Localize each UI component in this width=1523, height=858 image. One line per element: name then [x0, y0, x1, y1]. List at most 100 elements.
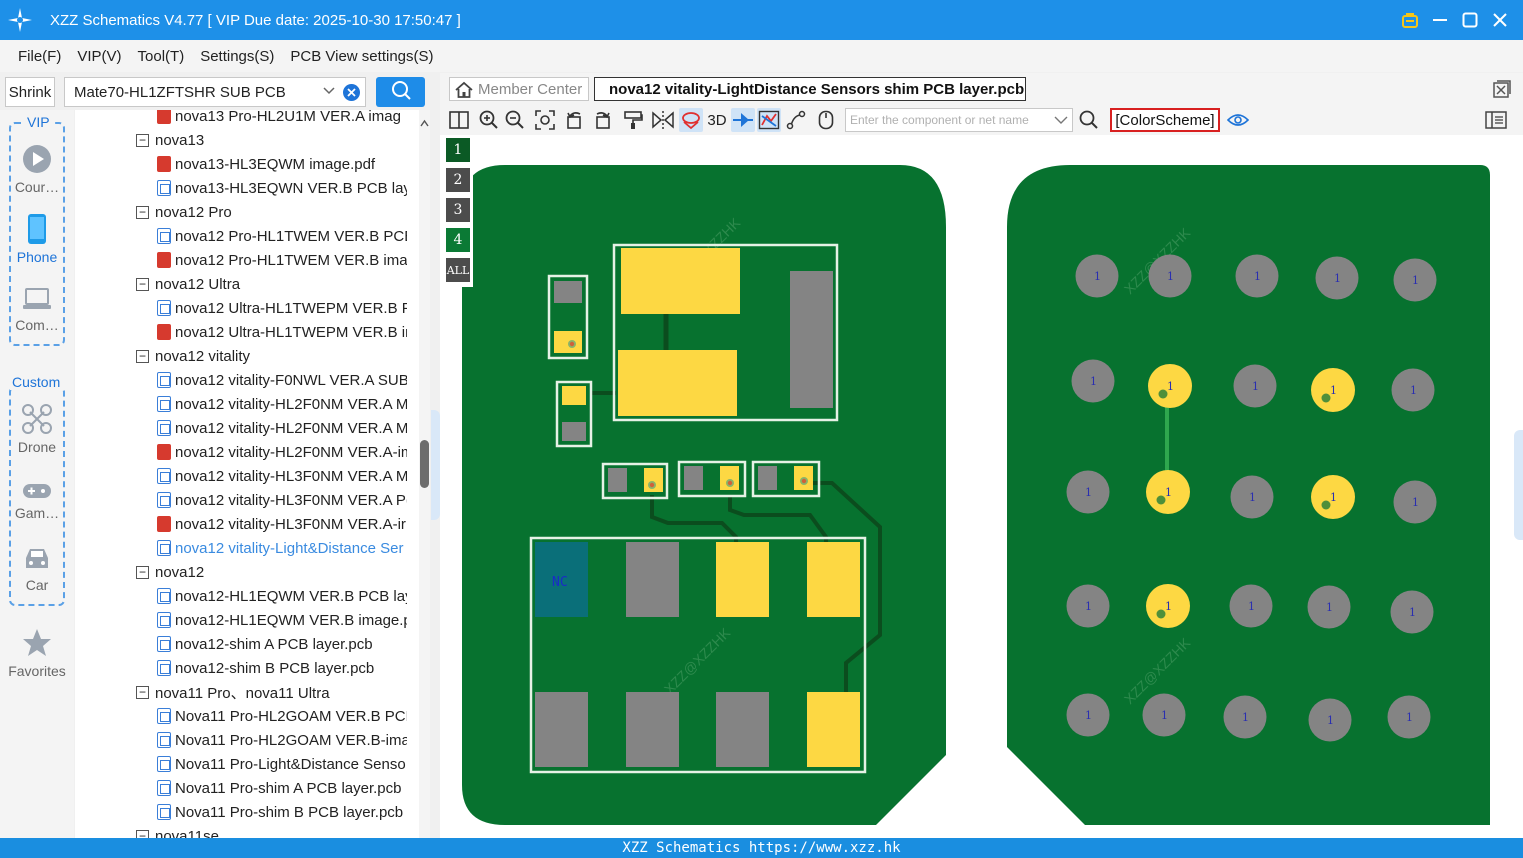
minimize-button[interactable] [1425, 0, 1455, 40]
zoom-out-icon[interactable] [504, 108, 526, 132]
menu-vip[interactable]: VIP(V) [77, 48, 121, 65]
rotate-right-icon[interactable] [591, 108, 613, 132]
highlight-net-icon[interactable] [679, 108, 703, 132]
tree-file[interactable]: nova12-shim A PCB layer.pcb [75, 632, 407, 656]
split-view-icon[interactable] [448, 108, 470, 132]
tree-file[interactable]: nova12 vitality-HL2F0NM VER.A-im [75, 440, 407, 464]
tree-file[interactable]: nova12 vitality-HL3F0NM VER.A M [75, 464, 407, 488]
pcb-select[interactable]: Mate70-HL1ZFTSHR SUB PCB [64, 77, 366, 107]
pcb-drawing[interactable]: XZZ@XZZHK XZZ@XZZHK XZZ@XZZHK XZZ@XZZHK [440, 135, 1523, 838]
paint-brush-icon[interactable] [622, 108, 644, 132]
pcb-pad[interactable] [618, 350, 737, 416]
zoom-in-icon[interactable] [478, 108, 500, 132]
menu-settings[interactable]: Settings(S) [200, 48, 274, 65]
tree-file[interactable]: nova12 vitality-HL2F0NM VER.A M [75, 416, 407, 440]
tree-file[interactable]: nova12 vitality-Light&Distance Ser [75, 536, 407, 560]
rail-item-favorites[interactable]: Favorites [0, 628, 74, 679]
tree-file[interactable]: nova13-HL3EQWN VER.B PCB layer [75, 176, 407, 200]
tree-file[interactable]: Nova11 Pro-HL2GOAM VER.B PCB [75, 704, 407, 728]
side-panel-icon[interactable] [1484, 108, 1508, 132]
layer-button-2[interactable]: 2 [446, 168, 470, 192]
tree-file[interactable]: nova12-HL1EQWM VER.B PCB laye [75, 584, 407, 608]
tree-folder[interactable]: − nova12 Pro [75, 200, 407, 224]
color-scheme-button[interactable]: [ColorScheme] [1110, 108, 1220, 132]
pcb-pad[interactable] [626, 542, 679, 617]
shrink-button[interactable]: Shrink [5, 77, 55, 107]
pcb-pad[interactable] [716, 542, 769, 617]
clear-icon[interactable] [343, 84, 360, 101]
layer-button-all[interactable]: ALL [446, 258, 470, 282]
tree-file[interactable]: nova12-HL1EQWM VER.B image.p( [75, 608, 407, 632]
search-button[interactable] [376, 77, 425, 107]
chevron-down-icon[interactable] [1054, 114, 1068, 129]
tab-active-document[interactable]: nova12 vitality-LightDistance Sensors sh… [594, 77, 1026, 101]
tree-file[interactable]: Nova11 Pro-Light&Distance Senso [75, 752, 407, 776]
pcb-pad[interactable] [790, 271, 833, 408]
close-button[interactable] [1485, 0, 1515, 40]
fit-view-icon[interactable] [534, 108, 556, 132]
tree-file[interactable]: nova12 vitality-HL3F0NM VER.A-ir [75, 512, 407, 536]
tree-folder[interactable]: − nova12 Ultra [75, 272, 407, 296]
mirror-icon[interactable] [652, 108, 674, 132]
collapse-tab[interactable] [431, 410, 440, 520]
eye-icon[interactable] [1226, 108, 1250, 132]
pcb-canvas[interactable]: XZZ@XZZHK XZZ@XZZHK XZZ@XZZHK XZZ@XZZHK [440, 135, 1523, 838]
tree-file[interactable]: nova12 vitality-F0NWL VER.A SUB I [75, 368, 407, 392]
pcb-pad[interactable] [758, 466, 777, 490]
tree-file[interactable]: nova12 Ultra-HL1TWEPM VER.B im [75, 320, 407, 344]
tree-file[interactable]: nova12 Ultra-HL1TWEPM VER.B PC [75, 296, 407, 320]
collapse-toggle-icon[interactable]: − [136, 685, 149, 699]
tree-file[interactable]: nova12-shim B PCB layer.pcb [75, 656, 407, 680]
tree-folder[interactable]: − nova11se [75, 824, 407, 838]
tree-file[interactable]: nova12 Pro-HL1TWEM VER.B imag [75, 248, 407, 272]
tab-member-center[interactable]: Member Center [449, 77, 589, 101]
tree-file[interactable]: nova13 Pro-HL2U1M VER.A imag [75, 110, 407, 128]
mouse-icon[interactable] [815, 108, 837, 132]
net-color-icon[interactable] [757, 108, 781, 132]
pcb-pad[interactable] [562, 422, 586, 441]
pcb-pad[interactable] [535, 692, 588, 767]
rail-item-drone[interactable]: Drone [0, 404, 74, 455]
tree-folder[interactable]: − nova11 Pro、nova11 Ultra [75, 680, 407, 704]
close-all-tabs-icon[interactable] [1493, 80, 1511, 103]
right-collapse-tab[interactable] [1514, 430, 1523, 540]
layer-button-4[interactable]: 4 [446, 228, 470, 252]
layer-button-3[interactable]: 3 [446, 198, 470, 222]
menu-tool[interactable]: Tool(T) [138, 48, 185, 65]
tree-file[interactable]: nova13-HL3EQWM image.pdf [75, 152, 407, 176]
layer-button-1[interactable]: 1 [446, 138, 470, 162]
chevron-down-icon[interactable] [323, 84, 335, 99]
trace-route-icon[interactable] [785, 108, 807, 132]
rail-item-games[interactable]: Gam… [0, 482, 74, 521]
vip-bag-icon[interactable] [1395, 0, 1425, 40]
rail-item-car[interactable]: Car [0, 546, 74, 593]
tree-file[interactable]: nova12 vitality-HL3F0NM VER.A P( [75, 488, 407, 512]
tree-folder[interactable]: − nova13 [75, 128, 407, 152]
maximize-button[interactable] [1455, 0, 1485, 40]
pcb-pad[interactable] [554, 281, 582, 303]
search-icon[interactable] [1078, 108, 1100, 132]
tree-folder[interactable]: − nova12 [75, 560, 407, 584]
scrollbar-thumb[interactable] [420, 440, 429, 488]
pcb-pad[interactable] [608, 468, 627, 492]
pcb-pad[interactable] [807, 692, 860, 767]
collapse-toggle-icon[interactable]: − [136, 277, 149, 291]
rail-item-phone[interactable]: Phone [0, 214, 74, 265]
pcb-pad[interactable] [621, 248, 740, 314]
pane-splitter[interactable] [430, 110, 440, 838]
collapse-toggle-icon[interactable]: − [136, 133, 149, 147]
collapse-toggle-icon[interactable]: − [136, 349, 149, 363]
3d-view-button[interactable]: 3D [706, 108, 728, 132]
menu-file[interactable]: File(F) [18, 48, 61, 65]
tree-file[interactable]: Nova11 Pro-HL2GOAM VER.B-imag [75, 728, 407, 752]
rail-item-courses[interactable]: Cour… [0, 144, 74, 195]
pcb-pad[interactable] [684, 466, 703, 490]
menu-pcb-view-settings[interactable]: PCB View settings(S) [290, 48, 433, 65]
collapse-toggle-icon[interactable]: − [136, 565, 149, 579]
pcb-pad[interactable] [554, 331, 582, 353]
rail-item-computer[interactable]: Com… [0, 286, 74, 333]
tree-file[interactable]: Nova11 Pro-shim B PCB layer.pcb [75, 800, 407, 824]
tree-file[interactable]: nova12 Pro-HL1TWEM VER.B PCB l [75, 224, 407, 248]
pcb-pad[interactable] [562, 386, 586, 405]
component-search-input[interactable]: Enter the component or net name [845, 108, 1073, 132]
